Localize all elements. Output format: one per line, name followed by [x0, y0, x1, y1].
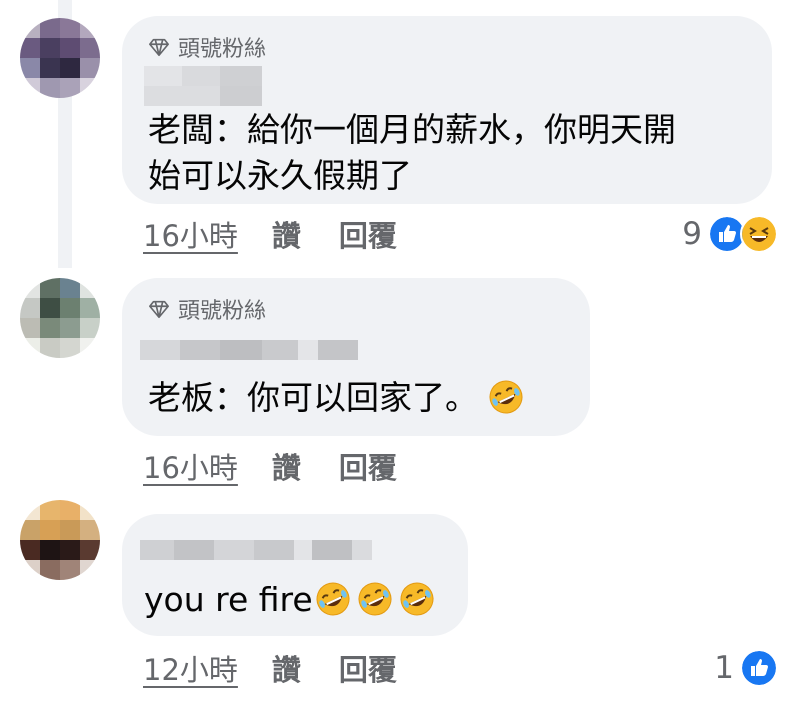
comment-text: 老板：你可以回家了。 [148, 376, 524, 420]
comment-1: 頭號粉絲 老闆：給你一個月的薪水，你明天開 始可以永久假期了 16小時 讚 回覆… [0, 0, 800, 262]
commenter-name-blurred-2 [144, 86, 262, 106]
comment-actions: 16小時 讚 回覆 [143, 446, 435, 486]
reply-button[interactable]: 回覆 [339, 647, 397, 689]
diamond-icon [148, 298, 170, 320]
comment-bubble: you re fire [122, 514, 468, 636]
haha-reaction-icon [740, 215, 778, 253]
comment-actions: 16小時 讚 回覆 [143, 214, 435, 254]
reaction-summary[interactable]: 1 [714, 648, 778, 688]
reaction-count: 9 [682, 216, 702, 252]
comment-bubble: 頭號粉絲 老板：你可以回家了。 [122, 278, 590, 436]
comment-actions: 12小時 讚 回覆 [143, 648, 435, 688]
like-button[interactable]: 讚 [272, 445, 301, 487]
comment-text-line-1: 老闆：給你一個月的薪水，你明天開 [148, 110, 676, 149]
avatar-blurred[interactable] [20, 278, 100, 358]
avatar-blurred[interactable] [20, 18, 100, 98]
like-button[interactable]: 讚 [272, 213, 301, 255]
commenter-name-blurred[interactable] [144, 66, 262, 86]
like-reaction-icon [740, 649, 778, 687]
badge-label: 頭號粉絲 [178, 37, 267, 62]
rolling-on-floor-laughing-emoji [315, 581, 351, 617]
rolling-on-floor-laughing-emoji [399, 581, 435, 617]
diamond-icon [148, 36, 170, 58]
comment-text-content: 老板：你可以回家了。 [148, 378, 478, 417]
rolling-on-floor-laughing-emoji [488, 379, 524, 415]
comment-text-line-2: 始可以永久假期了 [148, 156, 412, 195]
commenter-name-blurred[interactable] [140, 540, 372, 560]
timestamp-link[interactable]: 12小時 [143, 647, 238, 689]
badge-label: 頭號粉絲 [178, 299, 267, 324]
reaction-summary[interactable]: 9 [682, 214, 778, 254]
avatar-blurred[interactable] [20, 500, 100, 580]
top-fan-badge[interactable]: 頭號粉絲 [148, 294, 266, 324]
comment-text-content: you re fire [144, 580, 313, 619]
rolling-on-floor-laughing-emoji [357, 581, 393, 617]
like-button[interactable]: 讚 [272, 647, 301, 689]
commenter-name-blurred[interactable] [140, 340, 358, 360]
top-fan-badge[interactable]: 頭號粉絲 [148, 32, 266, 62]
comment-bubble: 頭號粉絲 老闆：給你一個月的薪水，你明天開 始可以永久假期了 [122, 16, 772, 204]
comment-text: you re fire [144, 578, 435, 622]
timestamp-link[interactable]: 16小時 [143, 213, 238, 255]
reaction-count: 1 [714, 650, 734, 686]
timestamp-link[interactable]: 16小時 [143, 445, 238, 487]
reply-button[interactable]: 回覆 [339, 445, 397, 487]
reply-button[interactable]: 回覆 [339, 213, 397, 255]
